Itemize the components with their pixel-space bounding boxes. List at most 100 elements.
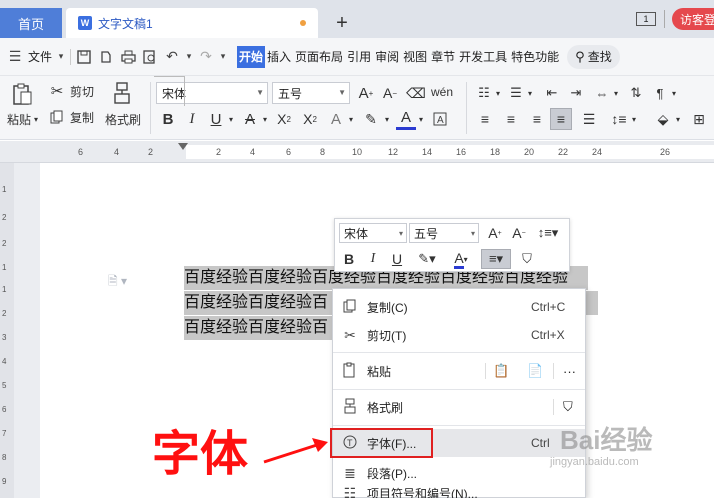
superscript-icon[interactable]: X2 (274, 108, 294, 130)
shrink-font-icon[interactable]: A − (509, 223, 529, 243)
search-button[interactable]: ⚲ 查找 (567, 44, 620, 69)
distribute-icon[interactable]: ☰ (578, 108, 600, 130)
menu-item-cut[interactable]: ✂ 剪切(T) Ctrl+X (333, 321, 585, 349)
align-center-icon[interactable]: ≡ (500, 108, 522, 130)
paste-text-only-icon[interactable]: 📄 (527, 363, 543, 379)
format-painter-icon[interactable]: ⛉ (517, 249, 537, 269)
indent-marker[interactable] (178, 143, 188, 150)
chevron-down-icon[interactable]: ▾ (494, 84, 502, 102)
menu-page-layout[interactable]: 页面布局 (293, 46, 345, 68)
save-icon[interactable] (73, 46, 95, 68)
font-color-icon[interactable]: A (396, 108, 416, 130)
menu-review[interactable]: 审阅 (373, 46, 401, 68)
menu-developer[interactable]: 开发工具 (457, 46, 509, 68)
chevron-down-icon[interactable]: ▾ (670, 84, 678, 102)
menu-section[interactable]: 章节 (429, 46, 457, 68)
bold-icon[interactable]: B (339, 249, 359, 269)
numbering-icon[interactable]: ☰ (506, 82, 526, 104)
new-tab-button[interactable]: + (330, 10, 354, 36)
mini-size-select[interactable]: 五号 ▾ (409, 223, 479, 243)
grow-font-icon[interactable]: A + (485, 223, 505, 243)
strikethrough-icon[interactable]: A (240, 108, 260, 130)
shading-icon[interactable]: ⬙ (652, 108, 674, 130)
increase-indent-icon[interactable]: ⇥ (566, 82, 586, 104)
tab-home[interactable]: 首页 (0, 8, 62, 38)
chevron-down-icon[interactable]: ▾ (416, 110, 426, 128)
char-border-icon[interactable]: A (430, 108, 450, 130)
chevron-down-icon[interactable]: ▾ (217, 46, 229, 68)
tab-document[interactable]: W 文字文稿1 (66, 8, 318, 38)
decrease-indent-icon[interactable]: ⇤ (542, 82, 562, 104)
copy-button[interactable]: 复制 (68, 108, 96, 126)
highlight-icon[interactable]: ✎ (360, 108, 382, 130)
subscript-icon[interactable]: X2 (300, 108, 320, 130)
horizontal-ruler[interactable]: 6 4 2 2 4 6 8 10 12 14 16 18 20 22 24 26 (0, 141, 714, 163)
sort-icon[interactable]: ⇅ (626, 82, 646, 104)
highlight-icon[interactable]: ✎▾ (413, 249, 441, 269)
mini-font-select[interactable]: 宋体 ▾ (339, 223, 407, 243)
chevron-down-icon[interactable]: ▾ (526, 84, 534, 102)
paragraph-handle-icon[interactable]: 🗎 ▾ (108, 272, 127, 293)
text-effect-icon[interactable]: A (326, 108, 346, 130)
underline-icon[interactable]: U (206, 108, 226, 130)
document-text-line[interactable]: 百度经验百度经验百 (184, 316, 334, 340)
guest-login-button[interactable]: 访客登 (672, 8, 714, 30)
underline-icon[interactable]: U (387, 249, 407, 269)
bold-icon[interactable]: B (158, 108, 178, 130)
clear-format-icon[interactable]: ⌫ (406, 82, 426, 104)
chinese-layout-icon[interactable]: ⇔ (592, 82, 612, 104)
format-painter-button[interactable]: 格式刷 (104, 110, 142, 128)
menu-view[interactable]: 视图 (401, 46, 429, 68)
menu-insert[interactable]: 插入 (265, 46, 293, 68)
align-left-icon[interactable]: ≡ (474, 108, 496, 130)
paste-keep-format-icon[interactable]: 📋 (493, 363, 509, 379)
chevron-down-icon[interactable]: ▾ (674, 110, 682, 128)
paste-icon[interactable] (8, 80, 36, 108)
chevron-down-icon[interactable]: ▾ (346, 110, 356, 128)
chevron-down-icon[interactable]: ▾ (612, 84, 620, 102)
font-family-select[interactable]: 宋体 ▼ (156, 82, 268, 104)
shrink-font-icon[interactable]: A − (380, 82, 400, 104)
show-marks-icon[interactable]: ¶ (650, 82, 670, 104)
menu-item-paragraph[interactable]: ≣ 段落(P)... (333, 459, 585, 487)
print-preview-icon[interactable] (139, 46, 161, 68)
menu-file[interactable]: 文件 (26, 46, 54, 68)
chevron-down-icon[interactable]: ▾ (183, 46, 195, 68)
chevron-down-icon[interactable]: ▾ (630, 110, 638, 128)
chevron-down-icon[interactable]: ▾ (382, 110, 392, 128)
borders-icon[interactable]: ⊞ (688, 108, 710, 130)
format-painter-icon[interactable] (110, 80, 134, 106)
align-right-icon[interactable]: ≡ (526, 108, 548, 130)
document-text-line[interactable]: 百度经验百度经验百 (184, 291, 334, 315)
menu-start[interactable]: 开始 (237, 45, 266, 68)
chevron-down-icon[interactable]: ▾ (226, 110, 236, 128)
menu-item-copy[interactable]: 复制(C) Ctrl+C (333, 293, 585, 321)
justify-icon[interactable]: ≡ (550, 108, 572, 130)
italic-icon[interactable]: I (363, 249, 383, 269)
menu-references[interactable]: 引用 (345, 46, 373, 68)
hamburger-menu-icon[interactable]: ☰ (4, 46, 26, 68)
cut-icon[interactable]: ✂ (48, 82, 66, 100)
menu-special[interactable]: 特色功能 (509, 46, 561, 68)
chevron-down-icon[interactable]: ▾ (260, 110, 270, 128)
vertical-ruler[interactable]: 1 2 2 1 1 2 3 4 5 6 7 8 9 (0, 163, 14, 498)
undo-icon[interactable]: ↶ (161, 46, 183, 68)
font-color-icon[interactable]: A ▾ (447, 249, 475, 269)
copy-icon[interactable] (48, 108, 66, 126)
cut-button[interactable]: 剪切 (68, 82, 96, 100)
redo-icon[interactable]: ↷ (195, 46, 217, 68)
menu-item-bullets[interactable]: ☷ 项目符号和编号(N)... (333, 485, 585, 498)
window-count-icon[interactable]: 1 (636, 12, 656, 26)
line-spacing-icon[interactable]: ↕≡▾ (533, 223, 563, 243)
export-pdf-icon[interactable] (95, 46, 117, 68)
chevron-down-icon[interactable]: ▾ (32, 112, 40, 126)
align-icon[interactable]: ≡▾ (481, 249, 511, 269)
phonetic-guide-icon[interactable]: wén (430, 80, 454, 104)
italic-icon[interactable]: I (182, 108, 202, 130)
font-size-select[interactable]: 五号 ▼ (272, 82, 350, 104)
more-icon[interactable]: ··· (563, 364, 576, 379)
format-painter-pin-icon[interactable]: ⛉ (563, 399, 573, 415)
print-icon[interactable] (117, 46, 139, 68)
menu-item-paste[interactable]: 粘贴 📋 📄 ··· (333, 357, 585, 385)
menu-item-format-painter[interactable]: 格式刷 ⛉ (333, 393, 585, 421)
